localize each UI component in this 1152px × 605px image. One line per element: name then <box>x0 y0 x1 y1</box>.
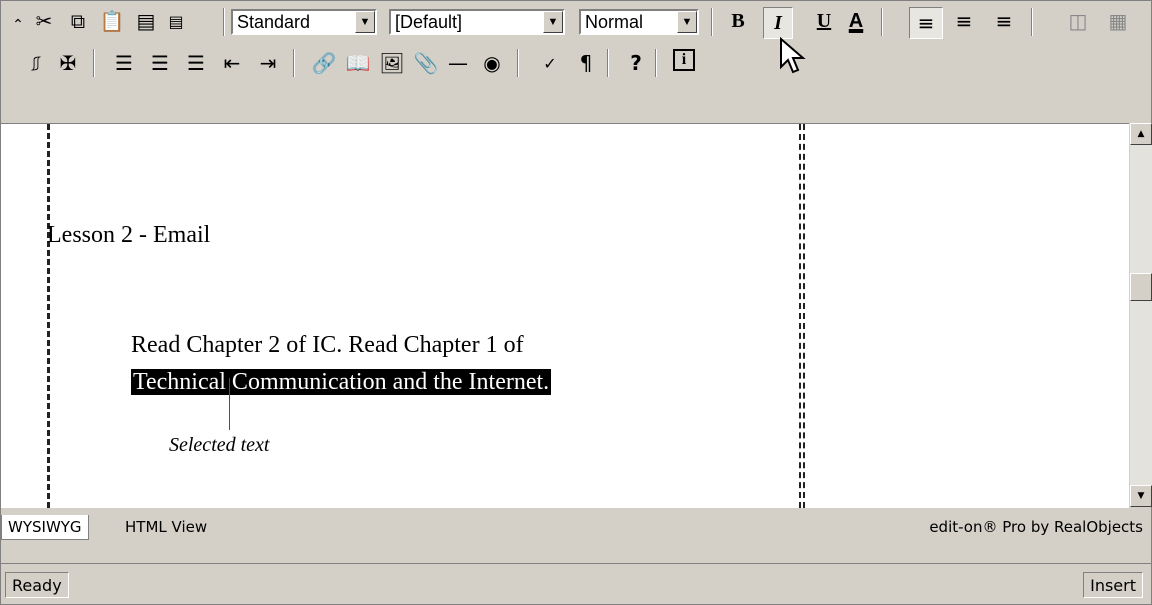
list-icon[interactable]: ☰ <box>183 49 209 77</box>
attachment-icon[interactable]: 📎 <box>413 49 439 77</box>
chevron-down-icon[interactable]: ▼ <box>355 11 375 33</box>
table-icon[interactable]: ◫ <box>1065 7 1091 35</box>
object-icon[interactable]: ◉ <box>479 49 505 77</box>
chevron-down-icon[interactable]: ▼ <box>677 11 697 33</box>
help-button[interactable]: ? <box>623 49 649 77</box>
toolbar-row-1: ⌃ ✂ ⧉ 📋 ▤ ▤ Standard ▼ [Default] ▼ Norma… <box>1 1 1151 74</box>
info-button[interactable]: i <box>673 49 695 71</box>
status-insert-mode: Insert <box>1083 572 1143 598</box>
bold-button[interactable]: B <box>725 7 751 35</box>
editor-content-area[interactable]: Lesson 2 - Email Read Chapter 2 of IC. R… <box>1 123 1129 508</box>
toolbar-separator <box>655 49 657 77</box>
margin-guide-left <box>47 124 50 508</box>
link-icon[interactable]: 🔗 <box>311 49 337 77</box>
toolbar-separator <box>517 49 519 77</box>
font-color-button[interactable]: A <box>843 7 869 35</box>
align-left-icon[interactable]: ≡ <box>909 7 943 39</box>
cut-icon[interactable]: ✂ <box>31 7 57 35</box>
selected-text[interactable]: Technical Communication and the Internet… <box>131 369 552 395</box>
toolbar-separator <box>223 8 225 36</box>
toolbar-separator <box>607 49 609 77</box>
image-icon[interactable]: 🖼 <box>379 49 405 77</box>
font-select-value: [Default] <box>395 12 463 32</box>
status-bar: Ready Insert <box>1 563 1151 604</box>
split-icon[interactable]: ⎎ <box>23 49 49 77</box>
scroll-up-icon[interactable]: ▲ <box>1130 123 1152 145</box>
toolbar-separator <box>93 49 95 77</box>
underline-button[interactable]: U <box>811 7 837 35</box>
horizontal-rule-icon[interactable]: — <box>445 49 471 77</box>
align-right-icon[interactable]: ≡ <box>991 7 1017 35</box>
font-select[interactable]: [Default] ▼ <box>389 9 565 35</box>
indent-icon[interactable]: ⇥ <box>255 49 281 77</box>
tab-html-view[interactable]: HTML View <box>119 515 213 539</box>
document-paragraph-line: Read Chapter 2 of IC. Read Chapter 1 of <box>131 332 524 358</box>
copy-icon[interactable]: ⧉ <box>65 7 91 35</box>
document-heading: Lesson 2 - Email <box>47 222 211 248</box>
paragraph-marks-icon[interactable]: ¶ <box>573 49 599 77</box>
branding-label: edit-on® Pro by RealObjects <box>929 518 1143 536</box>
spellcheck-icon[interactable]: ✓ <box>537 49 563 77</box>
selected-text-line[interactable]: Technical Communication and the Internet… <box>131 368 552 396</box>
callout-leader-line <box>229 378 230 430</box>
align-center-icon[interactable]: ≡ <box>951 7 977 35</box>
margin-guide-right <box>799 124 801 508</box>
toolbar-row-2: ⎎ ✠ ☰ ☰ ☰ ⇤ ⇥ 🔗 📖 🖼 📎 — ◉ ✓ ¶ ? i <box>1 43 1151 81</box>
tab-wysiwyg[interactable]: WYSIWYG <box>1 515 89 540</box>
editor-window: ⌃ ✂ ⧉ 📋 ▤ ▤ Standard ▼ [Default] ▼ Norma… <box>0 0 1152 605</box>
scroll-down-icon[interactable]: ▼ <box>1130 485 1152 507</box>
style-select[interactable]: Standard ▼ <box>231 9 377 35</box>
toolbar-separator <box>1031 8 1033 36</box>
chevron-down-icon[interactable]: ▼ <box>543 11 563 33</box>
margin-guide-right-inner <box>803 124 805 508</box>
view-tab-bar: WYSIWYG HTML View edit-on® Pro by RealOb… <box>1 511 1151 541</box>
paste-text-icon[interactable]: ▤ <box>133 7 159 35</box>
callout-label: Selected text <box>169 434 270 456</box>
numbered-list-icon[interactable]: ☰ <box>147 49 173 77</box>
status-ready: Ready <box>5 572 69 598</box>
style-select-value: Standard <box>237 12 311 32</box>
toolbar-separator <box>881 8 883 36</box>
outdent-icon[interactable]: ⇤ <box>219 49 245 77</box>
bookmark-icon[interactable]: 📖 <box>345 49 371 77</box>
italic-button[interactable]: I <box>763 7 793 39</box>
size-select-value: Normal <box>585 12 644 32</box>
paste-icon[interactable]: 📋 <box>99 7 125 35</box>
document-icon[interactable]: ▤ <box>163 7 189 35</box>
size-select[interactable]: Normal ▼ <box>579 9 699 35</box>
vertical-scrollbar[interactable]: ▲ ▼ <box>1129 123 1152 507</box>
collapse-toolbar-icon[interactable]: ⌃ <box>5 11 31 39</box>
bullet-list-icon[interactable]: ☰ <box>111 49 137 77</box>
toolbar-separator <box>293 49 295 77</box>
scroll-thumb[interactable] <box>1130 273 1152 301</box>
table-grid-icon[interactable]: ▦ <box>1105 7 1131 35</box>
merge-icon[interactable]: ✠ <box>55 49 81 77</box>
toolbar-separator <box>711 8 713 36</box>
